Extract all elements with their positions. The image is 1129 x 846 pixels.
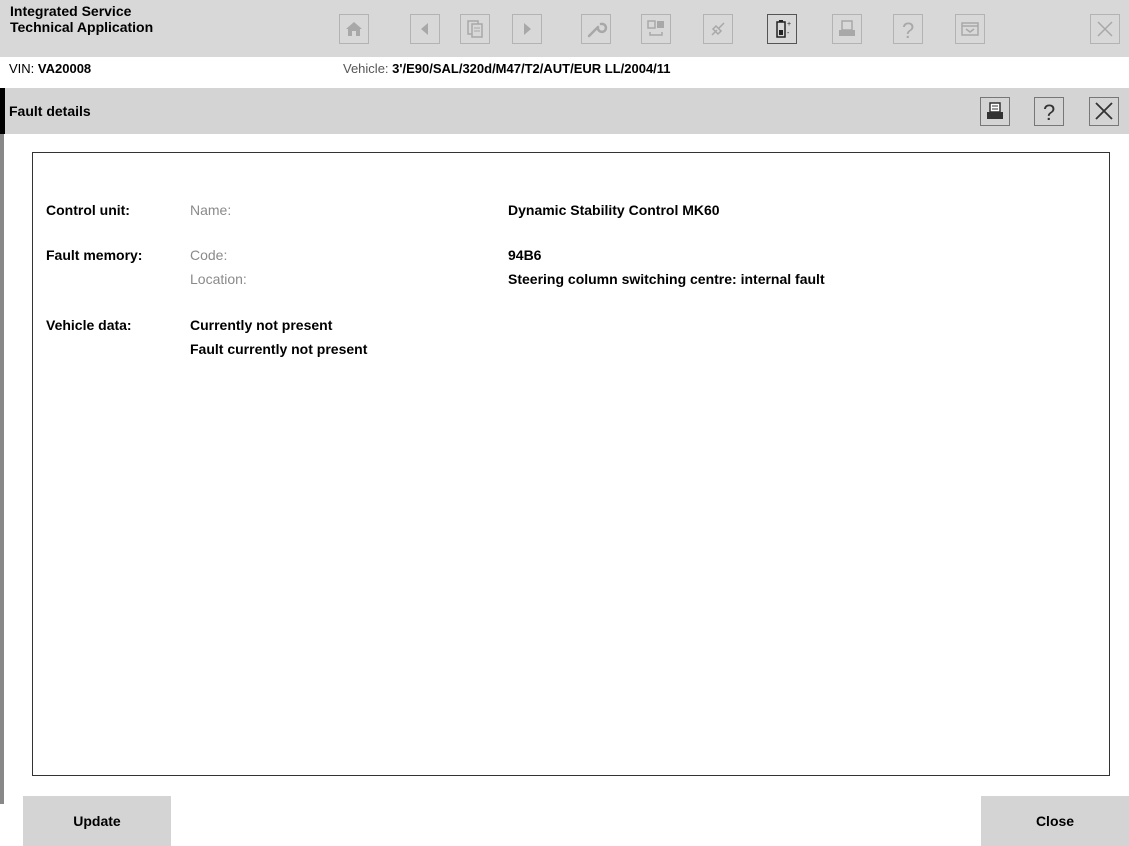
wrench-icon bbox=[587, 22, 608, 38]
dialog-header: Fault details ? bbox=[0, 88, 1129, 134]
svg-text:?: ? bbox=[902, 18, 914, 43]
svg-text:?: ? bbox=[1043, 100, 1055, 125]
vehicle-label: Vehicle: bbox=[343, 61, 393, 76]
code-key: Code: bbox=[190, 247, 228, 263]
dialog-print-button[interactable] bbox=[980, 97, 1010, 126]
dialog-close-button[interactable] bbox=[1089, 97, 1119, 126]
vehicle-data-status: Currently not present bbox=[190, 317, 333, 333]
documents-icon bbox=[467, 20, 483, 38]
connection-icon bbox=[711, 22, 725, 36]
measuring-button[interactable] bbox=[641, 14, 671, 44]
forward-icon bbox=[524, 23, 531, 35]
back-icon bbox=[421, 23, 428, 35]
svg-text:-: - bbox=[787, 30, 790, 37]
svg-text:+: + bbox=[787, 21, 791, 28]
name-value: Dynamic Stability Control MK60 bbox=[508, 202, 720, 218]
home-icon bbox=[346, 22, 362, 36]
menu-icon bbox=[961, 22, 979, 36]
forward-button[interactable] bbox=[512, 14, 542, 44]
location-value: Steering column switching centre: intern… bbox=[508, 271, 825, 287]
app-title-line2: Technical Application bbox=[10, 19, 154, 35]
location-key: Location: bbox=[190, 271, 247, 287]
home-button[interactable] bbox=[339, 14, 369, 44]
exit-button[interactable] bbox=[1090, 14, 1120, 44]
close-icon bbox=[1095, 102, 1113, 120]
documents-button[interactable] bbox=[460, 14, 490, 44]
top-toolbar: Integrated Service Technical Application bbox=[0, 0, 1129, 57]
code-value: 94B6 bbox=[508, 247, 542, 263]
vin-field: VIN: VA20008 bbox=[9, 61, 91, 76]
fault-details-panel: Control unit: Name: Dynamic Stability Co… bbox=[32, 152, 1110, 776]
battery-icon: + - bbox=[776, 20, 791, 38]
app-title-line1: Integrated Service bbox=[10, 3, 132, 19]
help-icon: ? bbox=[902, 18, 914, 43]
vehicle-data-label: Vehicle data: bbox=[46, 317, 132, 333]
left-border bbox=[0, 134, 4, 804]
print-button[interactable] bbox=[832, 14, 862, 44]
vin-value: VA20008 bbox=[37, 61, 92, 76]
measure-icon bbox=[647, 20, 664, 36]
control-unit-label: Control unit: bbox=[46, 202, 130, 218]
dialog-help-button[interactable]: ? bbox=[1034, 97, 1064, 126]
connection-button[interactable] bbox=[703, 14, 733, 44]
back-button[interactable] bbox=[410, 14, 440, 44]
vehicle-field: Vehicle: 3'/E90/SAL/320d/M47/T2/AUT/EUR … bbox=[343, 61, 671, 76]
dialog-title: Fault details bbox=[9, 103, 91, 119]
battery-button[interactable]: + - bbox=[767, 14, 797, 44]
vin-label: VIN: bbox=[9, 61, 38, 76]
header-accent bbox=[0, 88, 5, 134]
update-button[interactable]: Update bbox=[23, 796, 171, 846]
help-button[interactable]: ? bbox=[893, 14, 923, 44]
fault-memory-label: Fault memory: bbox=[46, 247, 143, 263]
print-icon bbox=[839, 20, 855, 36]
fault-status: Fault currently not present bbox=[190, 341, 368, 357]
app-title: Integrated Service Technical Application bbox=[10, 3, 153, 35]
help-icon: ? bbox=[1043, 100, 1055, 125]
vehicle-info-bar: VIN: VA20008 Vehicle: 3'/E90/SAL/320d/M4… bbox=[0, 57, 1129, 81]
print-icon bbox=[987, 102, 1003, 119]
menu-button[interactable] bbox=[955, 14, 985, 44]
close-icon bbox=[1097, 21, 1113, 37]
service-functions-button[interactable] bbox=[581, 14, 611, 44]
vehicle-value: 3'/E90/SAL/320d/M47/T2/AUT/EUR LL/2004/1… bbox=[392, 61, 671, 76]
close-button[interactable]: Close bbox=[981, 796, 1129, 846]
name-key: Name: bbox=[190, 202, 232, 218]
